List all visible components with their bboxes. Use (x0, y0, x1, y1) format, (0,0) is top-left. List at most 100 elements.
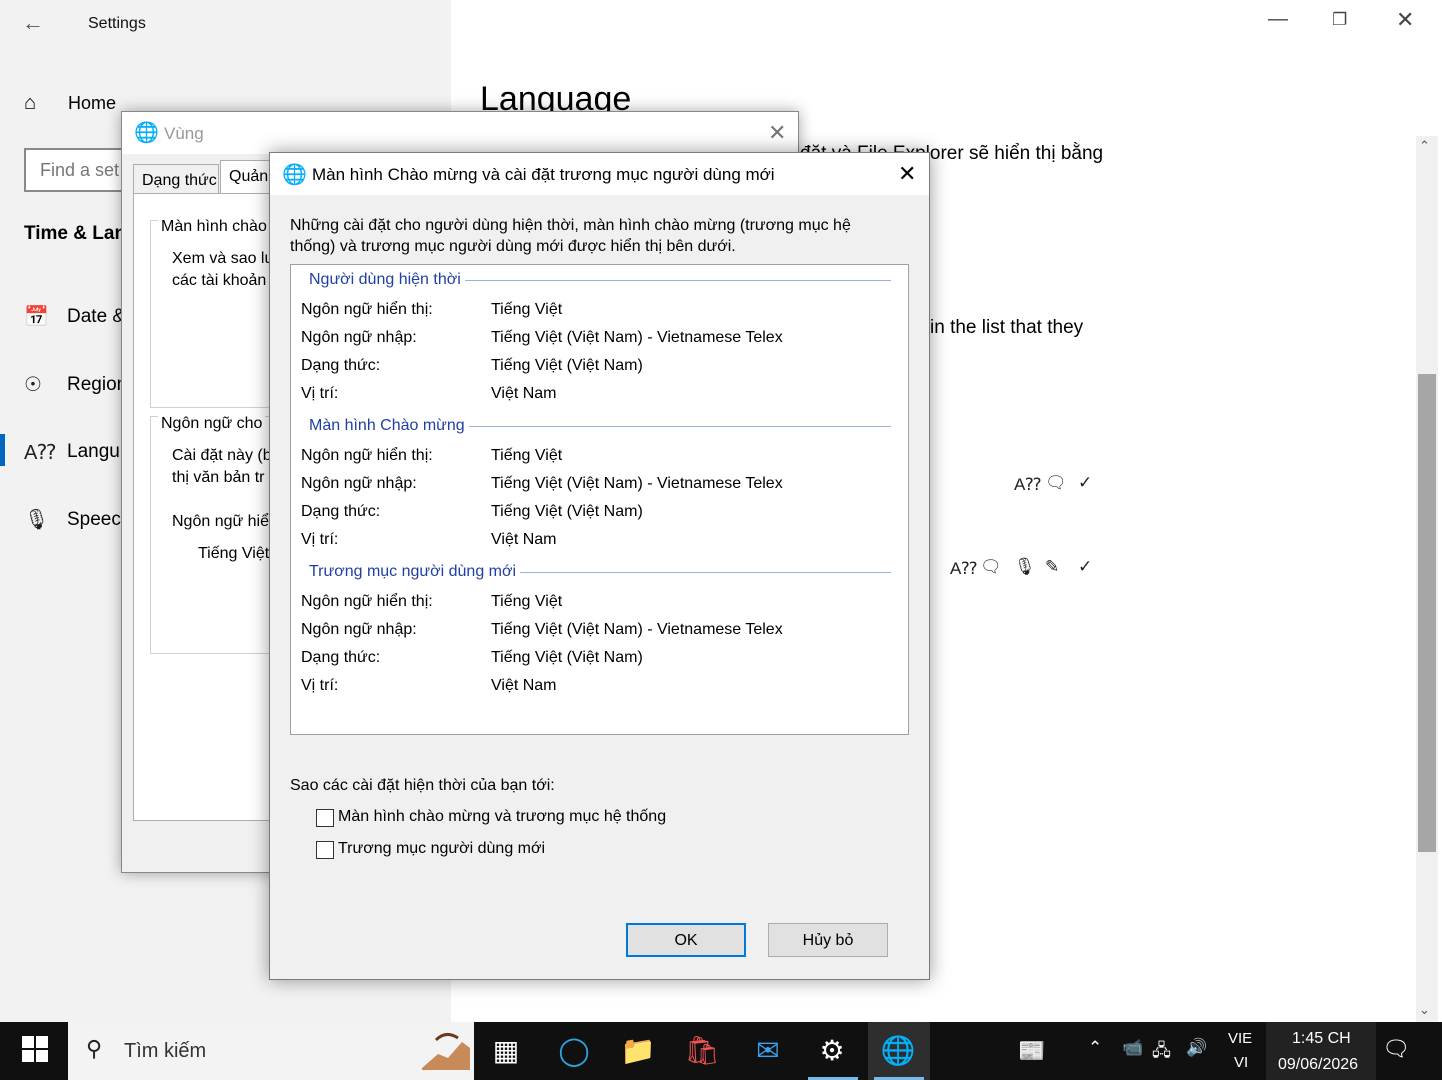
volume-icon[interactable]: 🔊 (1186, 1038, 1207, 1058)
row-label: Dạng thức: (301, 503, 381, 520)
row-value: Tiếng Việt (Việt Nam) (491, 503, 643, 520)
row-value: Tiếng Việt (Việt Nam) (491, 649, 643, 666)
settings-gear-icon[interactable]: ⚙ (812, 1034, 852, 1067)
globe-icon: 🌐 (134, 122, 159, 144)
home-icon[interactable]: ⌂ (24, 92, 36, 115)
microphone-icon: 🎙 (1014, 557, 1036, 576)
content-text: in the list that they (930, 317, 1084, 338)
restore-icon[interactable]: ❐ (1332, 10, 1347, 30)
handwriting-icon: ✎ (1045, 557, 1060, 576)
clock-date[interactable]: 09/06/2026 (1278, 1056, 1358, 1074)
home-label[interactable]: Home (68, 93, 116, 114)
row-value: Việt Nam (491, 531, 557, 548)
copy-settings-label: Sao các cài đặt hiện thời của bạn tới: (290, 777, 555, 794)
meet-now-icon[interactable]: 📹 (1122, 1038, 1143, 1058)
scroll-up-icon[interactable]: ⌃ (1419, 138, 1430, 154)
taskbar: ⚲ Tìm kiếm ▦ ◯ 📁 🛍 ✉ ⚙ 🌐 📰 ⌃ 📹 🖧 🔊 VIE V… (0, 1022, 1442, 1080)
ok-button[interactable]: OK (626, 923, 746, 957)
globe-icon: ☉ (24, 374, 42, 396)
tab-formats[interactable]: Dạng thức (133, 164, 219, 194)
close-icon[interactable]: ✕ (1396, 7, 1414, 33)
row-label: Dạng thức: (301, 649, 381, 666)
row-value: Tiếng Việt (491, 301, 563, 318)
row-value: Tiếng Việt (Việt Nam) - Vietnamese Telex (491, 329, 783, 346)
checkbox-label[interactable]: Màn hình chào mừng và trương mục hệ thốn… (338, 808, 666, 826)
welcome-screen-dialog: 🌐 Màn hình Chào mừng và cài đặt trương m… (269, 152, 930, 980)
group-title: Màn hình chào (158, 218, 270, 236)
group-text: thị văn bản tr (172, 469, 265, 486)
active-nav-indicator (0, 434, 5, 466)
welcome-dialog-title: Màn hình Chào mừng và cài đặt trương mục… (312, 165, 775, 184)
nav-item-region[interactable]: Region (67, 374, 127, 396)
input-language-indicator[interactable]: VIE (1228, 1030, 1252, 1047)
nav-item-language[interactable]: Langu (67, 441, 120, 463)
row-label: Vị trí: (301, 531, 339, 548)
group-text: Xem và sao lư (172, 250, 276, 267)
row-label: Ngôn ngữ hiển thị: (301, 593, 433, 610)
file-explorer-icon[interactable]: 📁 (618, 1034, 658, 1067)
notification-icon[interactable]: 🗨 (1382, 1036, 1410, 1062)
clock-time[interactable]: 1:45 CH (1292, 1030, 1351, 1048)
region-control-panel-icon[interactable]: 🌐 (878, 1034, 918, 1067)
region-dialog-title: Vùng (164, 124, 204, 143)
edge-browser-icon[interactable]: ◯ (554, 1034, 594, 1067)
copy-to-welcome-checkbox[interactable] (316, 809, 334, 827)
nav-item-date-time[interactable]: Date & (67, 306, 125, 328)
windows-logo-pane (22, 1036, 34, 1048)
network-icon[interactable]: 🖧 (1152, 1038, 1171, 1067)
region-title-bar[interactable]: 🌐 Vùng ✕ (122, 112, 798, 154)
row-value: Tiếng Việt (Việt Nam) - Vietnamese Telex (491, 475, 783, 492)
taskbar-search-box[interactable]: ⚲ Tìm kiếm (68, 1022, 474, 1080)
news-widget-icon[interactable]: 📰 (1018, 1038, 1045, 1064)
search-icon: ⚲ (86, 1036, 103, 1061)
group-text: các tài khoản (172, 272, 267, 289)
scroll-thumb[interactable] (1418, 374, 1436, 852)
nav-item-speech[interactable]: Speecl (67, 509, 125, 531)
row-label: Ngôn ngữ nhập: (301, 621, 417, 638)
spellcheck-icon: ✓ (1078, 473, 1093, 492)
find-setting-placeholder: Find a set (40, 160, 120, 180)
row-label: Dạng thức: (301, 357, 381, 374)
text-to-speech-icon: 🗨 (980, 557, 1002, 576)
copy-to-new-user-checkbox[interactable] (316, 841, 334, 859)
start-button[interactable] (22, 1036, 48, 1062)
spellcheck-icon: ✓ (1078, 557, 1093, 576)
row-label: Vị trí: (301, 385, 339, 402)
tab-label: Dạng thức (142, 172, 217, 189)
intro-text: Những cài đặt cho người dùng hiện thời, … (290, 217, 851, 255)
row-value: Tiếng Việt (491, 447, 563, 464)
checkbox-label[interactable]: Trương mục người dùng mới (338, 840, 545, 858)
group-title: Ngôn ngữ cho (158, 415, 266, 433)
section-title-new-user: Trương mục người dùng mới (309, 563, 521, 581)
row-value: Việt Nam (491, 385, 557, 402)
row-label: Ngôn ngữ nhập: (301, 329, 417, 346)
row-value: Việt Nam (491, 677, 557, 694)
microphone-icon: 🎙 (24, 509, 50, 531)
back-arrow-icon[interactable]: ← (22, 10, 44, 36)
settings-summary-box: Người dùng hiện thời Ngôn ngữ hiển thị: … (290, 264, 909, 735)
scroll-down-icon[interactable]: ⌄ (1419, 1002, 1430, 1018)
group-text: Ngôn ngữ hiể (172, 513, 269, 530)
cancel-button[interactable]: Hủy bỏ (768, 923, 888, 957)
globe-icon: 🌐 (282, 164, 307, 186)
vertical-scrollbar[interactable]: ⌃ ⌄ (1416, 136, 1438, 1022)
group-text: Cài đặt này (b (172, 447, 272, 464)
close-icon[interactable]: ✕ (898, 161, 916, 187)
display-language-icon: A⁇ (1014, 475, 1042, 494)
store-icon[interactable]: 🛍 (682, 1034, 722, 1067)
chevron-up-icon[interactable]: ⌃ (1088, 1038, 1102, 1058)
welcome-title-bar[interactable]: 🌐 Màn hình Chào mừng và cài đặt trương m… (270, 153, 929, 195)
search-highlight-icon[interactable] (418, 1028, 474, 1074)
task-view-icon[interactable]: ▦ (486, 1034, 526, 1067)
close-icon[interactable]: ✕ (768, 120, 786, 146)
row-label: Ngôn ngữ nhập: (301, 475, 417, 492)
row-value: Tiếng Việt (491, 593, 563, 610)
mail-icon[interactable]: ✉ (748, 1034, 788, 1067)
text-to-speech-icon: 🗨 (1045, 473, 1067, 492)
input-language-indicator[interactable]: VI (1234, 1054, 1248, 1071)
section-title-welcome-screen: Màn hình Chào mừng (309, 417, 469, 435)
minimize-icon[interactable]: — (1268, 8, 1288, 31)
section-title: Time & Lan (24, 223, 127, 244)
calendar-icon: 📅 (24, 306, 49, 328)
row-value: Tiếng Việt (Việt Nam) - Vietnamese Telex (491, 621, 783, 638)
